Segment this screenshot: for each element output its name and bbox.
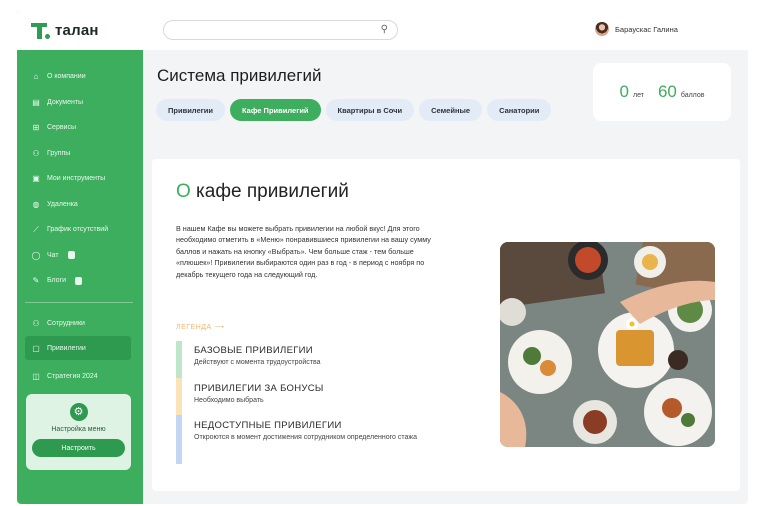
sidebar-item-absence[interactable]: ⟋ График отсутствий: [17, 217, 143, 243]
logo[interactable]: талан: [17, 10, 143, 50]
sidebar-item-label: Привилегии: [47, 344, 86, 352]
search-input[interactable]: ⚲: [163, 20, 398, 40]
top-header: ⚲ Бараускас Галина: [143, 10, 748, 50]
home-icon: ⌂: [33, 72, 39, 82]
sidebar-item-about[interactable]: ⌂ О компании: [17, 64, 143, 90]
user-name: Бараускас Галина: [615, 24, 678, 34]
arrow-right-icon: ⟶: [214, 324, 225, 331]
legend-title: БАЗОВЫЕ ПРИВИЛЕГИИ: [194, 345, 313, 356]
points-value: 60: [657, 82, 677, 101]
stats-card: 0 лет 60 баллов: [593, 63, 731, 121]
sidebar: талан ⌂ О компании ▤ Документы ⊞ Сервисы…: [17, 10, 143, 504]
user-profile[interactable]: Бараускас Галина: [595, 22, 678, 36]
section-title-text: кафе привилегий: [190, 181, 349, 202]
configure-button[interactable]: Настроить: [32, 439, 125, 457]
years-unit: лет: [632, 92, 644, 99]
sidebar-item-label: График отсутствий: [47, 226, 109, 234]
tab-sochi[interactable]: Квартиры в Сочи: [325, 99, 415, 121]
privilege-tabs: Привилегии Кафе Привилегий Квартиры в Со…: [156, 99, 552, 121]
grid-icon: ⊞: [32, 123, 40, 133]
page-title: Система привилегий: [157, 66, 322, 85]
legend-subtitle: Действуют с момента трудоустройства: [194, 359, 321, 366]
legend-subtitle: Откроются в момент достижения сотруднико…: [194, 434, 417, 441]
gear-icon: ⚙: [69, 403, 88, 421]
sidebar-item-blogs[interactable]: ✎ Блоги: [17, 268, 143, 294]
years-stat: 0 лет: [620, 82, 644, 102]
legend-label-text: ЛЕГЕНДА: [176, 324, 212, 331]
sidebar-item-documents[interactable]: ▤ Документы: [17, 90, 143, 116]
years-value: 0: [619, 82, 629, 101]
sidebar-item-privileges[interactable]: ▢ Привилегии: [25, 336, 131, 360]
sidebar-item-label: Мои инструменты: [47, 175, 106, 183]
menu-settings-card: ⚙ Настройка меню Настроить: [26, 394, 131, 470]
legend-item-unavailable: НЕДОСТУПНЫЕ ПРИВИЛЕГИИ Откроются в момен…: [176, 415, 436, 464]
book-icon: ◫: [32, 372, 40, 382]
group-icon: ⚇: [32, 148, 40, 158]
legend: БАЗОВЫЕ ПРИВИЛЕГИИ Действуют с момента т…: [176, 341, 436, 464]
sidebar-item-services[interactable]: ⊞ Сервисы: [17, 115, 143, 141]
legend-title: НЕДОСТУПНЫЕ ПРИВИЛЕГИИ: [194, 420, 342, 431]
sidebar-item-remote[interactable]: ◍ Удаленка: [17, 192, 143, 218]
brand-name: талан: [55, 21, 99, 39]
section-title-accent: О: [176, 181, 191, 202]
tab-family[interactable]: Семейные: [419, 99, 483, 121]
sidebar-item-tools[interactable]: ▣ Мои инструменты: [17, 166, 143, 192]
legend-item-base: БАЗОВЫЕ ПРИВИЛЕГИИ Действуют с момента т…: [176, 341, 436, 378]
sidebar-item-label: Сервисы: [47, 124, 77, 132]
chart-icon: ⟋: [33, 224, 39, 234]
sidebar-nav: ⌂ О компании ▤ Документы ⊞ Сервисы ⚇ Гру…: [17, 64, 143, 390]
legend-title: ПРИВИЛЕГИИ ЗА БОНУСЫ: [194, 383, 324, 394]
section-title: О кафе привилегий: [176, 181, 349, 203]
legend-color-unavailable: [176, 415, 182, 464]
sidebar-item-label: О компании: [47, 73, 86, 81]
globe-icon: ◍: [32, 199, 40, 209]
sidebar-item-label: Группы: [47, 149, 71, 157]
avatar[interactable]: [595, 22, 609, 36]
sidebar-divider: [25, 301, 133, 303]
sidebar-item-label: Блоги: [47, 277, 67, 285]
sidebar-item-label: Документы: [47, 98, 84, 106]
people-icon: ⚇: [32, 318, 40, 328]
legend-subtitle: Необходимо выбрать: [194, 397, 264, 404]
tab-sanatoriums[interactable]: Санатории: [487, 99, 552, 121]
tab-cafe[interactable]: Кафе Привилегий: [230, 99, 321, 121]
search-icon[interactable]: ⚲: [381, 24, 388, 35]
legend-color-bonus: [176, 378, 182, 415]
app-frame: талан ⌂ О компании ▤ Документы ⊞ Сервисы…: [17, 10, 748, 504]
sidebar-item-chat[interactable]: ◯ Чат: [17, 243, 143, 269]
briefcase-icon: ▣: [32, 174, 40, 184]
sidebar-item-label: Стратегия 2024: [47, 373, 98, 381]
cafe-food-image: [500, 242, 715, 447]
points-unit: баллов: [680, 92, 705, 99]
document-icon: ▤: [32, 97, 40, 107]
pen-icon: ✎: [32, 276, 40, 286]
legend-item-bonus: ПРИВИЛЕГИИ ЗА БОНУСЫ Необходимо выбрать: [176, 378, 436, 415]
privilege-icon: ▢: [32, 343, 40, 353]
sidebar-item-label: Удаленка: [47, 200, 78, 208]
legend-color-base: [176, 341, 182, 378]
section-description: В нашем Кафе вы можете выбрать привилеги…: [176, 224, 431, 279]
sidebar-item-employees[interactable]: ⚇ Сотрудники: [17, 311, 143, 337]
food-illustration: [500, 242, 715, 447]
menu-settings-label: Настройка меню: [51, 426, 106, 433]
logo-icon: [31, 20, 50, 40]
chat-icon: ◯: [31, 250, 41, 260]
legend-label: ЛЕГЕНДА ⟶: [176, 323, 225, 331]
blogs-badge: [75, 276, 83, 285]
sidebar-item-label: Чат: [47, 251, 59, 259]
points-stat: 60 баллов: [658, 82, 705, 102]
tab-privileges[interactable]: Привилегии: [156, 99, 225, 121]
chat-badge: [67, 251, 76, 260]
sidebar-item-label: Сотрудники: [47, 319, 85, 327]
content-card: О кафе привилегий В нашем Кафе вы можете…: [152, 159, 740, 491]
sidebar-item-groups[interactable]: ⚇ Группы: [17, 141, 143, 167]
sidebar-item-strategy[interactable]: ◫ Стратегия 2024: [17, 364, 143, 390]
